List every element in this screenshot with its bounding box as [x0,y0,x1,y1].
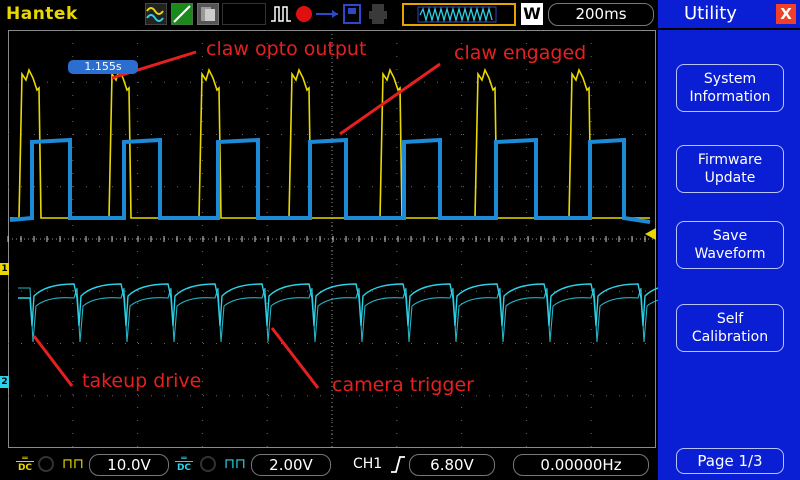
ch1-coupling-label: DC [17,463,33,473]
trigger-level-marker[interactable] [645,228,656,240]
ch1-scale-readout[interactable]: 10.0V [89,454,169,476]
ch1-bandwidth-icon: ⊓⊓ [62,456,84,472]
menu-button-line2: Update [704,170,756,186]
menu-button-line1: Self [716,311,744,327]
ch2-bandwidth-icon: ⊓⊓ [224,456,246,472]
ch2-position-marker[interactable]: 2 [0,376,9,388]
utility-menu-panel: Utility X System Information Firmware Up… [658,0,800,480]
rising-edge-icon [391,456,405,473]
menu-button-line1: Firmware [697,152,763,168]
trigger-source[interactable]: CH1 [353,456,382,472]
window-mode-button[interactable]: W [521,3,543,25]
frequency-readout: 0.00000Hz [513,454,649,476]
top-toolbar: Hantek W 200ms [0,0,658,30]
menu-button-line2: Information [689,89,771,105]
persistence-icon[interactable] [197,3,219,25]
firmware-update-button[interactable]: Firmware Update [676,145,784,193]
page-selector-button[interactable]: Page 1/3 [676,448,784,474]
ch2-scale-readout[interactable]: 2.00V [251,454,331,476]
ch2-coupling-label: DC [176,463,192,473]
brand-logo: Hantek [6,4,78,24]
panel-title: Utility [684,3,737,24]
save-disk-icon[interactable] [343,4,361,24]
annotation-pointer-claw [339,62,441,136]
run-stop-icon[interactable] [296,6,312,22]
trigger-mode-icon[interactable] [270,3,292,25]
system-information-button[interactable]: System Information [676,64,784,112]
annotation-claw-opto-output: claw opto output [206,38,367,60]
vector-mode-icon[interactable] [171,3,193,25]
display-mode-icon[interactable] [145,3,167,25]
waveform-display: 1.155s 1 2 claw opto output claw engaged… [0,30,658,448]
menu-button-line1: Save [712,228,748,244]
annotation-pointer-takeup [32,335,74,387]
self-calibration-button[interactable]: Self Calibration [676,304,784,352]
trigger-time-badge: 1.155s [68,60,138,74]
waveform-thumbnail-icon [417,6,497,23]
menu-button-line2: Waveform [694,246,766,262]
annotation-claw-engaged: claw engaged [454,42,587,64]
close-icon[interactable]: X [776,4,796,24]
annotation-camera-trigger: camera trigger [332,374,474,396]
memory-depth-indicator [402,3,516,26]
ch2-trace-b [18,287,658,343]
ch1-trace [10,67,650,219]
claw-engaged-overlay [9,137,651,224]
printer-icon[interactable] [369,4,387,24]
ch2-ground-icon [200,456,216,472]
bottom-status-bar: ═ DC ⊓⊓ 10.0V ═ DC ⊓⊓ 2.00V CH1 6.80V 0.… [0,450,658,480]
panel-header: Utility X [658,0,800,30]
trigger-level-readout[interactable]: 6.80V [409,454,495,476]
menu-button-line1: System [703,71,757,87]
ch2-coupling[interactable]: ═ DC [175,454,193,476]
timebase-readout[interactable]: 200ms [548,3,654,26]
annotation-pointer-camera [270,327,320,389]
save-waveform-button[interactable]: Save Waveform [676,221,784,269]
ch1-position-marker[interactable]: 1 [0,263,9,275]
acquire-status-box [222,3,266,25]
menu-button-line2: Calibration [691,329,769,345]
usb-icon [316,10,338,18]
ch1-coupling[interactable]: ═ DC [16,454,34,476]
annotation-takeup-drive: takeup drive [82,370,202,392]
ch2-trace-a [18,283,658,327]
ch1-ground-icon [38,456,54,472]
